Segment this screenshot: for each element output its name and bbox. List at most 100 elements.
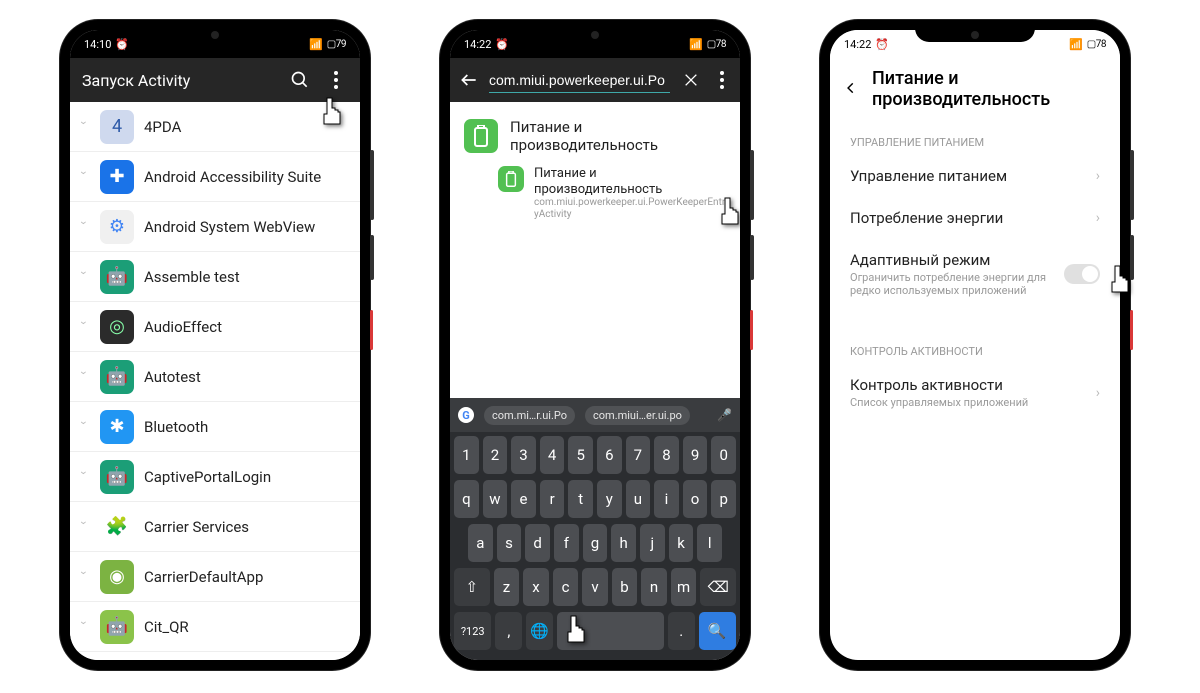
key[interactable]: e — [511, 480, 536, 518]
app-row[interactable]: › ✱ Bluetooth — [70, 402, 360, 452]
key[interactable]: 7 — [626, 436, 651, 474]
key[interactable]: w — [483, 480, 508, 518]
row-power-management[interactable]: Управление питанием › — [830, 155, 1120, 197]
back-icon[interactable] — [458, 68, 479, 92]
comma-key[interactable]: , — [495, 612, 522, 650]
key[interactable]: 6 — [597, 436, 622, 474]
key[interactable]: y — [597, 480, 622, 518]
chevron-down-icon: › — [77, 271, 91, 283]
section-header: КОНТРОЛЬ АКТИВНОСТИ — [830, 333, 1120, 364]
status-time: 14:10 — [84, 38, 111, 51]
row-activity-control[interactable]: Контроль активности Список управляемых п… — [830, 364, 1120, 421]
key[interactable]: 3 — [511, 436, 536, 474]
phone-2: 14:22 ⏰ 📶 ▢78 — [440, 20, 750, 670]
key[interactable]: 4 — [540, 436, 565, 474]
suggestion-2[interactable]: com.miui…er.ui.po — [585, 406, 690, 425]
app-name: 4PDA — [144, 118, 181, 136]
key[interactable]: s — [497, 524, 522, 562]
key[interactable]: 1 — [454, 436, 479, 474]
key[interactable]: 9 — [683, 436, 708, 474]
shift-key[interactable]: ⇧ — [454, 568, 490, 606]
app-row[interactable]: › 🤖 Cit_QR — [70, 602, 360, 652]
key[interactable]: x — [523, 568, 549, 606]
app-name: Carrier Services — [144, 518, 249, 536]
pointer-cursor-icon — [556, 608, 596, 648]
key[interactable]: m — [671, 568, 697, 606]
app-row[interactable]: › ◉ CarrierDefaultApp — [70, 552, 360, 602]
key[interactable]: l — [697, 524, 722, 562]
row-power-consumption[interactable]: Потребление энергии › — [830, 197, 1120, 239]
app-row[interactable]: › 🤖 Autotest — [70, 352, 360, 402]
app-name: Autotest — [144, 368, 201, 386]
symbols-key[interactable]: ?123 — [454, 612, 491, 650]
notch — [535, 20, 655, 42]
suggestion-1[interactable]: com.mi…r.ui.Po — [484, 406, 575, 425]
app-icon: ◉ — [100, 560, 134, 594]
app-row[interactable]: › ⚙ Android System WebView — [70, 202, 360, 252]
power-button — [750, 235, 754, 280]
key[interactable]: d — [525, 524, 550, 562]
key[interactable]: c — [553, 568, 579, 606]
side-accent — [1130, 310, 1133, 350]
key[interactable]: 5 — [568, 436, 593, 474]
app-icon: ✚ — [100, 160, 134, 194]
app-row[interactable]: › 🧩 Carrier Services — [70, 502, 360, 552]
dot-key[interactable]: . — [668, 612, 695, 650]
battery-level: ▢78 — [1087, 39, 1106, 50]
key[interactable]: v — [582, 568, 608, 606]
search-icon[interactable] — [288, 68, 312, 92]
result-app[interactable]: Питание и производительность — [450, 110, 740, 162]
key[interactable]: a — [468, 524, 493, 562]
app-row[interactable]: › 🤖 CaptivePortalLogin — [70, 452, 360, 502]
key[interactable]: f — [554, 524, 579, 562]
key[interactable]: r — [540, 480, 565, 518]
key[interactable]: q — [454, 480, 479, 518]
app-name: Cit_QR — [144, 618, 189, 636]
overflow-menu-icon[interactable] — [324, 68, 348, 92]
search-input[interactable] — [489, 68, 670, 93]
globe-key[interactable]: 🌐 — [526, 612, 553, 650]
app-icon: ◎ — [100, 310, 134, 344]
row-adaptive-mode[interactable]: Адаптивный режим Ограничить потребление … — [830, 239, 1120, 309]
app-row[interactable]: › 🤖 Assemble test — [70, 252, 360, 302]
search-key[interactable]: 🔍 — [699, 612, 736, 650]
app-list[interactable]: › 4 4PDA› ✚ Android Accessibility Suite›… — [70, 102, 360, 660]
chevron-down-icon: › — [77, 121, 91, 133]
key[interactable]: 8 — [654, 436, 679, 474]
screen-2: 14:22 ⏰ 📶 ▢78 — [450, 30, 740, 660]
app-icon: 🤖 — [100, 360, 134, 394]
app-row[interactable]: › ◎ AudioEffect — [70, 302, 360, 352]
result-activity[interactable]: Питание и производительность com.miui.po… — [450, 162, 740, 225]
google-icon[interactable]: G — [458, 407, 474, 423]
key[interactable]: p — [711, 480, 736, 518]
app-name: Assemble test — [144, 268, 240, 286]
clear-icon[interactable] — [680, 68, 701, 92]
settings-header: Питание и производительность — [830, 58, 1120, 124]
key[interactable]: b — [612, 568, 638, 606]
notch — [915, 20, 1035, 42]
page-title: Питание и производительность — [872, 68, 1106, 110]
key[interactable]: k — [669, 524, 694, 562]
app-row[interactable]: › 🤖 ConfDialer — [70, 652, 360, 660]
notch — [155, 20, 275, 42]
key[interactable]: t — [568, 480, 593, 518]
key[interactable]: n — [641, 568, 667, 606]
chevron-down-icon: › — [77, 471, 91, 483]
backspace-key[interactable]: ⌫ — [700, 568, 736, 606]
key[interactable]: i — [654, 480, 679, 518]
app-row[interactable]: › ✚ Android Accessibility Suite — [70, 152, 360, 202]
toggle-switch[interactable] — [1064, 264, 1100, 284]
key[interactable]: 2 — [483, 436, 508, 474]
chevron-right-icon: › — [1096, 385, 1100, 401]
key[interactable]: 0 — [711, 436, 736, 474]
key[interactable]: j — [640, 524, 665, 562]
overflow-menu-icon[interactable] — [711, 68, 732, 92]
key[interactable]: h — [611, 524, 636, 562]
back-icon[interactable] — [844, 79, 858, 100]
mic-icon[interactable]: 🎤 — [717, 408, 732, 422]
key[interactable]: z — [494, 568, 520, 606]
key[interactable]: u — [626, 480, 651, 518]
app-name: CarrierDefaultApp — [144, 568, 263, 586]
key[interactable]: g — [583, 524, 608, 562]
key[interactable]: o — [683, 480, 708, 518]
